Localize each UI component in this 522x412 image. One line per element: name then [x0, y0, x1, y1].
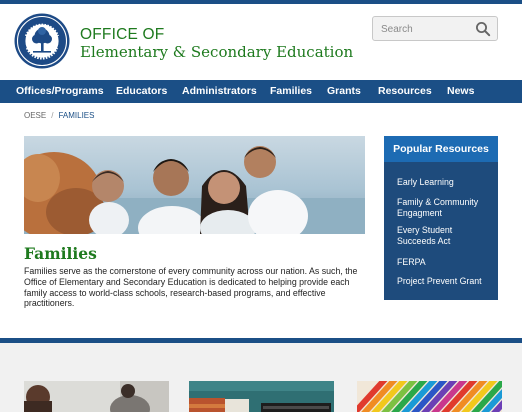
search-input[interactable] [381, 21, 471, 37]
popular-link-text: Project Prevent Grant [397, 276, 482, 286]
popular-link-text: FERPA [397, 257, 426, 267]
site-header: OFFICE OF Elementary & Secondary Educati… [0, 4, 522, 80]
popular-link-every-student-succeeds-act[interactable]: Every Student Succeeds Act [397, 225, 492, 246]
feature-card-image[interactable] [357, 381, 502, 412]
popular-link-text: Family & Community [397, 197, 479, 207]
office-title-line2: Elementary & Secondary Education [80, 43, 354, 61]
nav-item-families[interactable]: Families [270, 80, 312, 103]
search-box [372, 16, 498, 41]
popular-link-text: Early Learning [397, 177, 454, 187]
main-nav: Offices/Programs Educators Administrator… [0, 80, 522, 103]
popular-resources-panel: Popular Resources Early Learning Family … [384, 136, 498, 300]
page-title: Families [24, 244, 97, 263]
families-hero-image [24, 136, 365, 234]
feature-card-image[interactable] [24, 381, 169, 412]
popular-link-text: Succeeds Act [397, 235, 451, 246]
popular-link-text: Engagment [397, 207, 442, 218]
nav-item-grants[interactable]: Grants [327, 80, 361, 103]
department-of-education-seal-icon[interactable] [14, 13, 70, 69]
breadcrumb-current: FAMILIES [58, 111, 95, 120]
breadcrumb-separator: / [51, 111, 54, 120]
nav-item-offices-programs[interactable]: Offices/Programs [16, 80, 104, 103]
nav-item-administrators[interactable]: Administrators [182, 80, 257, 103]
popular-link-ferpa[interactable]: FERPA [397, 257, 492, 268]
breadcrumb-root[interactable]: OESE [24, 111, 46, 120]
popular-link-early-learning[interactable]: Early Learning [397, 177, 492, 188]
feature-card-image[interactable] [189, 381, 334, 412]
office-title[interactable]: OFFICE OF Elementary & Secondary Educati… [80, 26, 353, 61]
office-title-line1: OFFICE OF [80, 26, 165, 43]
popular-link-family-community-engagement[interactable]: Family & Community Engagment [397, 197, 492, 218]
page-description: Families serve as the cornerstone of eve… [24, 266, 358, 309]
popular-link-project-prevent-grant[interactable]: Project Prevent Grant [397, 276, 492, 287]
nav-item-news[interactable]: News [447, 80, 474, 103]
popular-link-text: Every Student [397, 225, 453, 235]
popular-resources-title: Popular Resources [384, 136, 498, 162]
nav-item-educators[interactable]: Educators [116, 80, 167, 103]
breadcrumb: OESE / FAMILIES [24, 111, 94, 120]
nav-item-resources[interactable]: Resources [378, 80, 432, 103]
search-icon[interactable] [475, 21, 491, 37]
page: OFFICE OF Elementary & Secondary Educati… [0, 0, 522, 412]
